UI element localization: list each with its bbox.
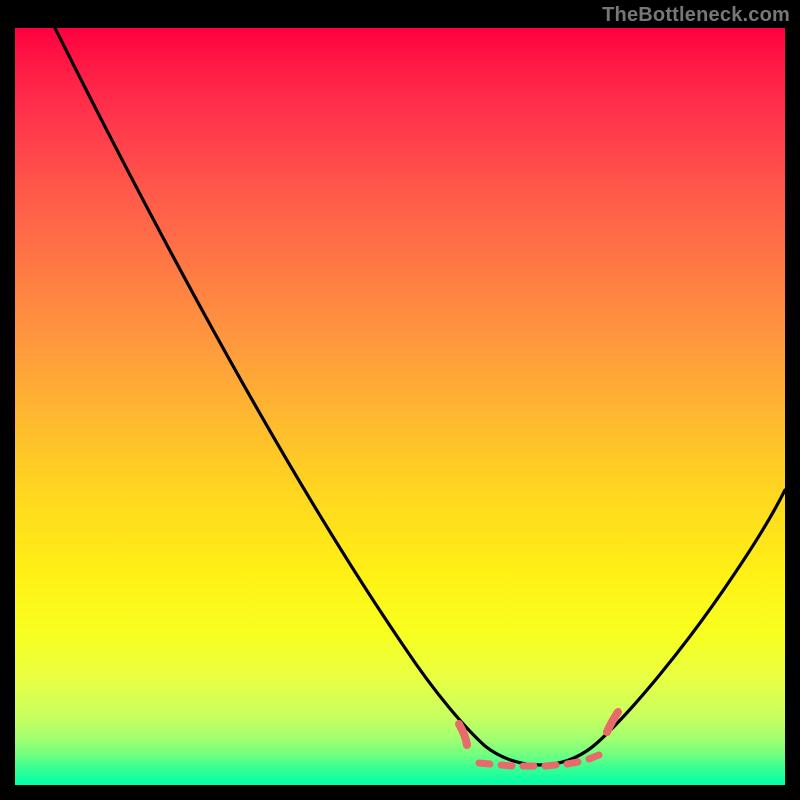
chart-container: TheBottleneck.com xyxy=(0,0,800,800)
watermark-text: TheBottleneck.com xyxy=(602,4,790,27)
bottleneck-curve xyxy=(55,28,785,765)
optimal-zone-right-mark xyxy=(607,712,618,732)
plot-area xyxy=(15,28,785,785)
chart-svg xyxy=(15,28,785,785)
